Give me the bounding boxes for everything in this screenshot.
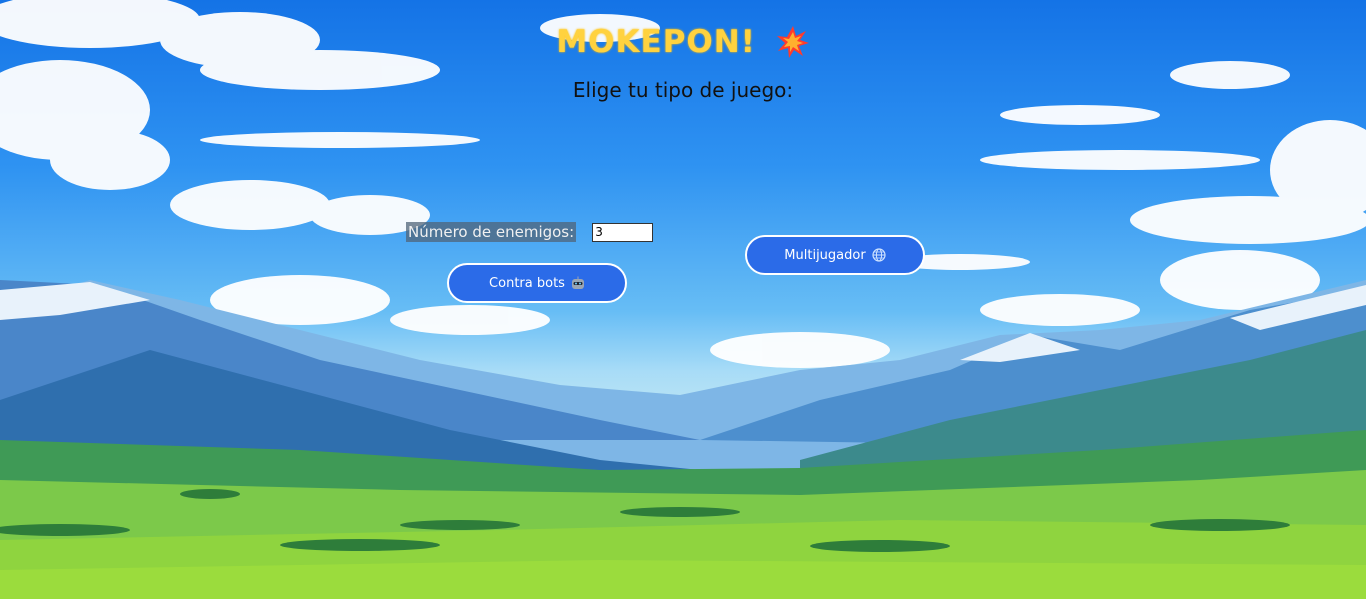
- game-mode-screen: MOKEPON! Elige tu tipo de juego: Número …: [0, 0, 1366, 599]
- globe-icon: [872, 248, 886, 262]
- vs-bots-button[interactable]: Contra bots: [447, 263, 627, 303]
- vs-bots-button-label: Contra bots: [489, 275, 565, 291]
- robot-icon: [571, 276, 584, 289]
- bots-panel: Número de enemigos:: [406, 222, 654, 242]
- mode-prompt: Elige tu tipo de juego:: [572, 78, 794, 102]
- multiplayer-button-label: Multijugador: [784, 247, 866, 263]
- game-logo: MOKEPON!: [556, 23, 756, 60]
- multiplayer-button[interactable]: Multijugador: [745, 235, 925, 275]
- enemy-count-label: Número de enemigos:: [406, 222, 577, 242]
- game-title: MOKEPON!: [0, 22, 1366, 60]
- enemy-count-row: Número de enemigos:: [406, 222, 654, 242]
- enemy-count-input[interactable]: [592, 222, 654, 242]
- collision-icon: [776, 25, 809, 58]
